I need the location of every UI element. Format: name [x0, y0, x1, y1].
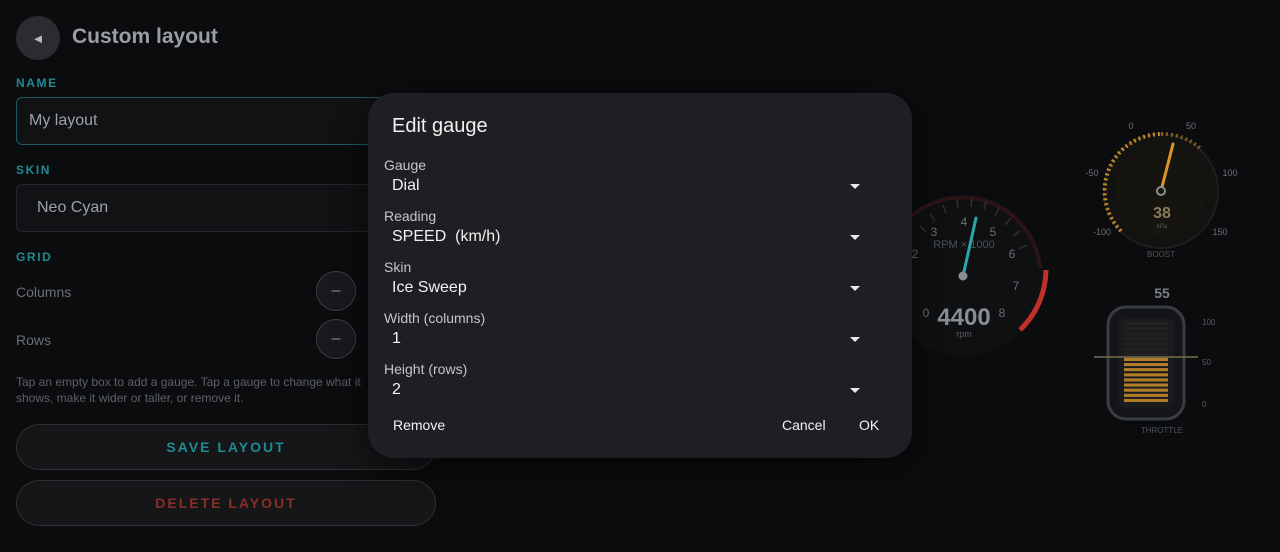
boost-caption: BOOST — [1147, 250, 1175, 259]
throttle-level-bar — [1124, 373, 1168, 377]
throttle-gauge[interactable]: 55 100 50 0 THROTTLE — [1094, 285, 1216, 435]
width-label: Width (columns) — [384, 310, 486, 326]
gauge-type-label: Gauge — [384, 157, 427, 173]
throttle-level-bar — [1124, 368, 1168, 372]
rpm-tick-label: 3 — [931, 225, 938, 239]
gauge-type-value: Dial — [392, 177, 420, 194]
rpm-tick-label: 5 — [990, 225, 997, 239]
throttle-caption: THROTTLE — [1141, 426, 1183, 435]
dropdown-caret-icon — [850, 285, 860, 291]
reading-label: Reading — [384, 208, 437, 224]
boost-value: 38 — [1153, 205, 1171, 222]
throttle-level-bar — [1124, 363, 1168, 367]
throttle-value: 55 — [1154, 285, 1170, 301]
throttle-level-bar — [1124, 357, 1168, 361]
ok-button[interactable]: OK — [850, 413, 888, 437]
rpm-caption: RPM × 1000 — [933, 239, 994, 251]
throttle-tick-label: 100 — [1202, 318, 1216, 327]
rpm-tick-label: 7 — [1013, 279, 1020, 293]
width-select[interactable]: 1 — [384, 326, 888, 352]
boost-tick-label: 150 — [1212, 227, 1227, 237]
boost-tick-label: -50 — [1085, 168, 1098, 178]
rpm-unit: rpm — [956, 329, 972, 339]
throttle-level-bar — [1124, 337, 1168, 341]
rpm-value: 4400 — [937, 304, 990, 331]
throttle-level-bar — [1124, 398, 1168, 402]
height-select[interactable]: 2 — [384, 377, 888, 403]
reading-value: SPEED (km/h) — [392, 228, 501, 245]
height-label: Height (rows) — [384, 361, 468, 377]
reading-select[interactable]: SPEED (km/h) — [384, 224, 888, 250]
throttle-level-bar — [1124, 332, 1168, 336]
boost-unit: kPa — [1157, 224, 1168, 230]
boost-gauge[interactable]: 0 50 -50 100 -100 150 38 kPa BOOST — [1085, 121, 1237, 259]
cancel-button[interactable]: Cancel — [773, 413, 835, 437]
throttle-level-bar — [1124, 378, 1168, 382]
dropdown-caret-icon — [850, 336, 860, 342]
rpm-tick-label: 4 — [961, 215, 968, 229]
throttle-level-bar — [1124, 388, 1168, 392]
skin-label: Skin — [384, 259, 412, 275]
gauge-skin-value: Ice Sweep — [392, 279, 467, 296]
boost-tick-label: -100 — [1093, 227, 1111, 237]
dropdown-caret-icon — [850, 183, 860, 189]
width-value: 1 — [392, 330, 401, 347]
throttle-tick-label: 50 — [1202, 358, 1211, 367]
boost-tick-label: 0 — [1128, 121, 1133, 131]
rpm-tick-label: 2 — [912, 247, 919, 261]
throttle-tick-label: 0 — [1202, 400, 1207, 409]
throttle-level-bar — [1124, 342, 1168, 346]
throttle-level-bar — [1124, 347, 1168, 351]
throttle-level-bar — [1124, 327, 1168, 331]
throttle-level-bar — [1124, 383, 1168, 387]
boost-needle-hub — [1156, 186, 1166, 196]
rpm-tick-label: 0 — [923, 306, 930, 320]
throttle-level-bar — [1124, 393, 1168, 397]
rpm-tick-label: 6 — [1009, 247, 1016, 261]
throttle-level-bar — [1124, 322, 1168, 326]
rpm-needle-hub — [958, 271, 968, 281]
dropdown-caret-icon — [850, 387, 860, 393]
gauge-type-select[interactable]: Dial — [384, 173, 888, 199]
gauge-skin-select[interactable]: Ice Sweep — [384, 275, 888, 301]
boost-tick-label: 100 — [1222, 168, 1237, 178]
throttle-level-bar — [1124, 352, 1168, 356]
height-value: 2 — [392, 381, 401, 398]
edit-gauge-dialog: Edit gauge Gauge Dial Reading SPEED (km/… — [368, 93, 912, 458]
dialog-title: Edit gauge — [392, 115, 488, 137]
boost-tick-label: 50 — [1186, 121, 1196, 131]
rpm-tick-label: 8 — [999, 306, 1006, 320]
dropdown-caret-icon — [850, 234, 860, 240]
remove-button[interactable]: Remove — [384, 413, 454, 437]
